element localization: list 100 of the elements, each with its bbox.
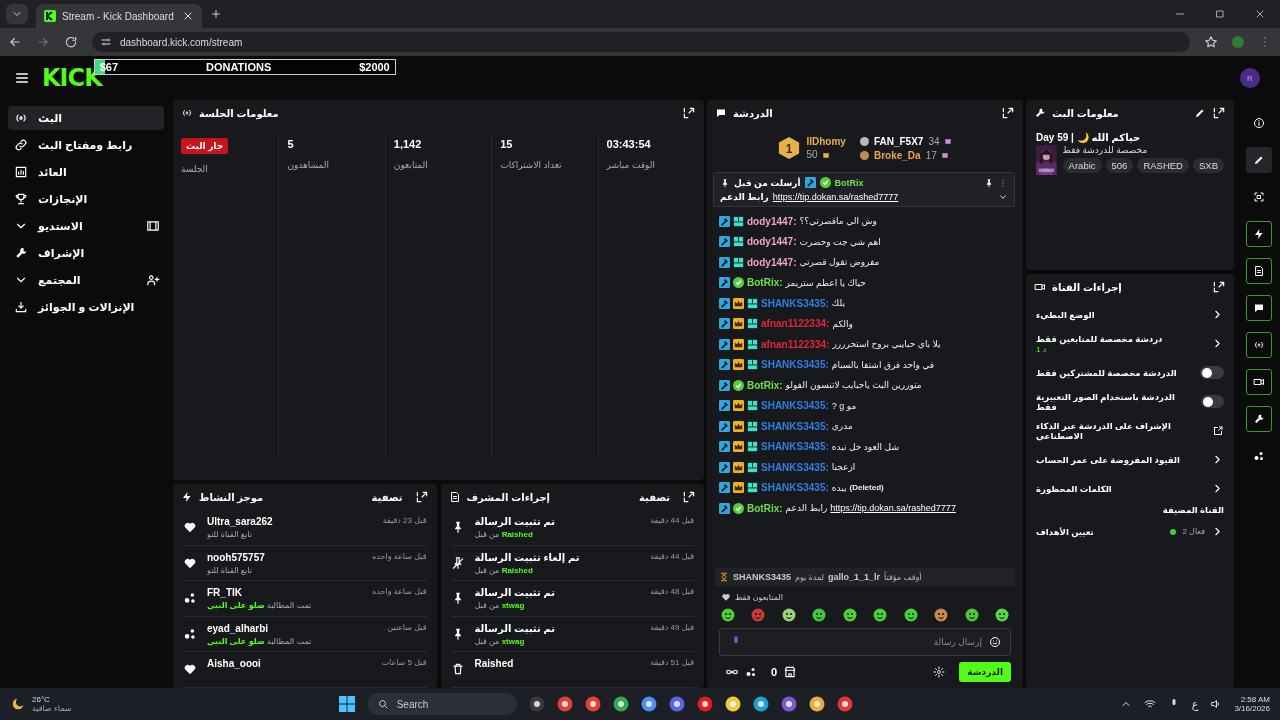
new-tab-icon[interactable]	[210, 8, 222, 20]
emote-icon[interactable]	[903, 608, 918, 622]
chat-username[interactable]: SHANKS3435:	[761, 400, 829, 412]
address-bar[interactable]: dashboard.kick.com/stream	[92, 32, 1190, 52]
browser-taskbar-icon[interactable]	[556, 696, 573, 712]
sidebar-item[interactable]: الاستديو	[8, 214, 164, 238]
pin-icon[interactable]	[984, 177, 994, 188]
chat-username[interactable]: dody1447:	[747, 236, 797, 248]
menu-icon[interactable]	[14, 70, 30, 86]
back-icon[interactable]	[8, 35, 22, 49]
store-icon[interactable]	[783, 665, 798, 679]
link[interactable]: https://tip.dokan.sa/rashed7777	[830, 503, 956, 514]
browser-tab[interactable]: Stream - Kick Dashboard	[36, 4, 202, 28]
app-taskbar-icon[interactable]	[808, 696, 825, 712]
chat-username[interactable]: dody1447:	[747, 256, 797, 268]
sidebar-item[interactable]: الإنزالات و الجوائز	[8, 295, 164, 319]
chat-username[interactable]: BotRix:	[747, 277, 783, 289]
browser-taskbar-icon[interactable]	[612, 696, 629, 712]
chat-tool-button[interactable]	[1245, 295, 1272, 321]
network-icon[interactable]	[1143, 698, 1156, 710]
chat-send-button[interactable]: الدردشة	[959, 662, 1011, 682]
folder-taskbar-icon[interactable]	[724, 696, 741, 712]
emote-icon[interactable]	[812, 608, 827, 622]
emote-icon[interactable]	[781, 608, 796, 622]
copilot-taskbar-icon[interactable]	[640, 696, 657, 712]
close-icon[interactable]	[182, 10, 194, 22]
tag-chip[interactable]: SXB	[1193, 158, 1224, 173]
browser-taskbar-icon[interactable]	[584, 696, 601, 712]
sidebar-item[interactable]: المجتمع	[8, 268, 164, 292]
chat-username[interactable]: SHANKS3435:	[761, 420, 829, 432]
tag-chip[interactable]: RASHED	[1137, 158, 1189, 173]
chat-username[interactable]: afnan1122334:	[761, 338, 830, 350]
chat-username[interactable]: SHANKS3435:	[761, 359, 829, 371]
broadcast-tool-button[interactable]	[1245, 332, 1272, 358]
gifter-name[interactable]: Broke_Da	[873, 149, 921, 161]
chat-username[interactable]: SHANKS3435:	[761, 441, 829, 453]
chevron-down-icon[interactable]	[998, 192, 1008, 202]
files-taskbar-icon[interactable]	[528, 696, 545, 712]
emote-icon[interactable]	[842, 608, 857, 622]
sidebar-item[interactable]: رابط ومفتاح البث	[8, 133, 164, 157]
tab-list-button[interactable]	[6, 4, 28, 24]
lightning-tool-button[interactable]	[1245, 221, 1272, 247]
input-language[interactable]: ع	[1191, 697, 1199, 711]
username[interactable]: BotRix	[834, 177, 864, 188]
chat-username[interactable]: SHANKS3435:	[761, 461, 829, 473]
emote-icon[interactable]	[964, 608, 979, 622]
expand-icon[interactable]	[414, 490, 429, 504]
expand-icon[interactable]	[1001, 106, 1015, 120]
chat-username[interactable]: afnan1122334:	[761, 318, 830, 330]
shield-taskbar-icon[interactable]	[780, 696, 797, 712]
acrobat-taskbar-icon[interactable]	[696, 696, 713, 712]
maximize-icon[interactable]	[1214, 8, 1226, 20]
wrench-tool-button[interactable]	[1245, 406, 1272, 432]
toggle-switch[interactable]	[1201, 395, 1224, 408]
expand-icon[interactable]	[1212, 280, 1226, 294]
taskbar-search[interactable]: Search	[366, 693, 517, 715]
expand-icon[interactable]	[682, 106, 696, 120]
chat-username[interactable]: SHANKS3435:	[761, 482, 829, 494]
toggle-switch[interactable]	[1200, 366, 1224, 379]
filter-button[interactable]: تصفية	[633, 491, 676, 503]
message-input[interactable]: إرسال رسالة	[719, 628, 1011, 656]
camera-tool-button[interactable]	[1245, 369, 1272, 395]
moon-icon[interactable]	[10, 696, 26, 712]
chat-username[interactable]: dody1447:	[747, 215, 797, 227]
chat-username[interactable]: BotRix:	[747, 379, 783, 391]
film-icon[interactable]	[146, 219, 160, 233]
expand-icon[interactable]	[1212, 106, 1226, 120]
add-user-icon[interactable]	[146, 273, 160, 287]
sidebar-item[interactable]: الإشراف	[8, 241, 164, 265]
expand-icon[interactable]	[682, 490, 696, 504]
sidebar-item[interactable]: العائد	[8, 160, 164, 184]
edge-taskbar-icon[interactable]	[752, 696, 769, 712]
username[interactable]: SHANKS3435	[733, 572, 792, 582]
sidebar-item[interactable]: الإنجازات	[8, 187, 164, 211]
gifter-name[interactable]: FAN_F5X7	[873, 135, 924, 147]
reload-icon[interactable]	[64, 35, 78, 49]
external-link-icon[interactable]	[1212, 424, 1224, 437]
dots-icon[interactable]	[745, 666, 757, 678]
tag-chip[interactable]: 506	[1105, 158, 1134, 173]
settings-icon[interactable]	[933, 666, 946, 678]
app-taskbar-icon[interactable]	[836, 696, 853, 712]
user-avatar[interactable]: R	[1240, 68, 1260, 88]
windows-start-icon[interactable]	[338, 696, 355, 712]
chat-username[interactable]: SHANKS3435:	[761, 297, 829, 309]
clock[interactable]: 2:58 AM 3/16/2026	[1234, 695, 1270, 713]
edit-icon[interactable]	[1194, 107, 1206, 119]
emoji-icon[interactable]	[989, 636, 1001, 648]
close-icon[interactable]	[1254, 8, 1266, 20]
site-info-icon[interactable]	[100, 36, 112, 48]
emote-icon[interactable]	[873, 608, 888, 622]
bookmark-star-icon[interactable]	[1204, 35, 1218, 49]
username[interactable]: gallo_1_1_lr	[828, 572, 881, 582]
sidebar-item[interactable]: البث	[8, 106, 164, 130]
emote-icon[interactable]	[721, 608, 735, 622]
discord-taskbar-icon[interactable]	[668, 696, 685, 712]
forward-icon[interactable]	[36, 35, 50, 49]
emote-icon[interactable]	[994, 608, 1009, 622]
gifter-name[interactable]: IIDhomy	[806, 136, 846, 147]
emote-icon[interactable]	[934, 608, 949, 622]
pencil-tool-button[interactable]	[1245, 147, 1272, 173]
